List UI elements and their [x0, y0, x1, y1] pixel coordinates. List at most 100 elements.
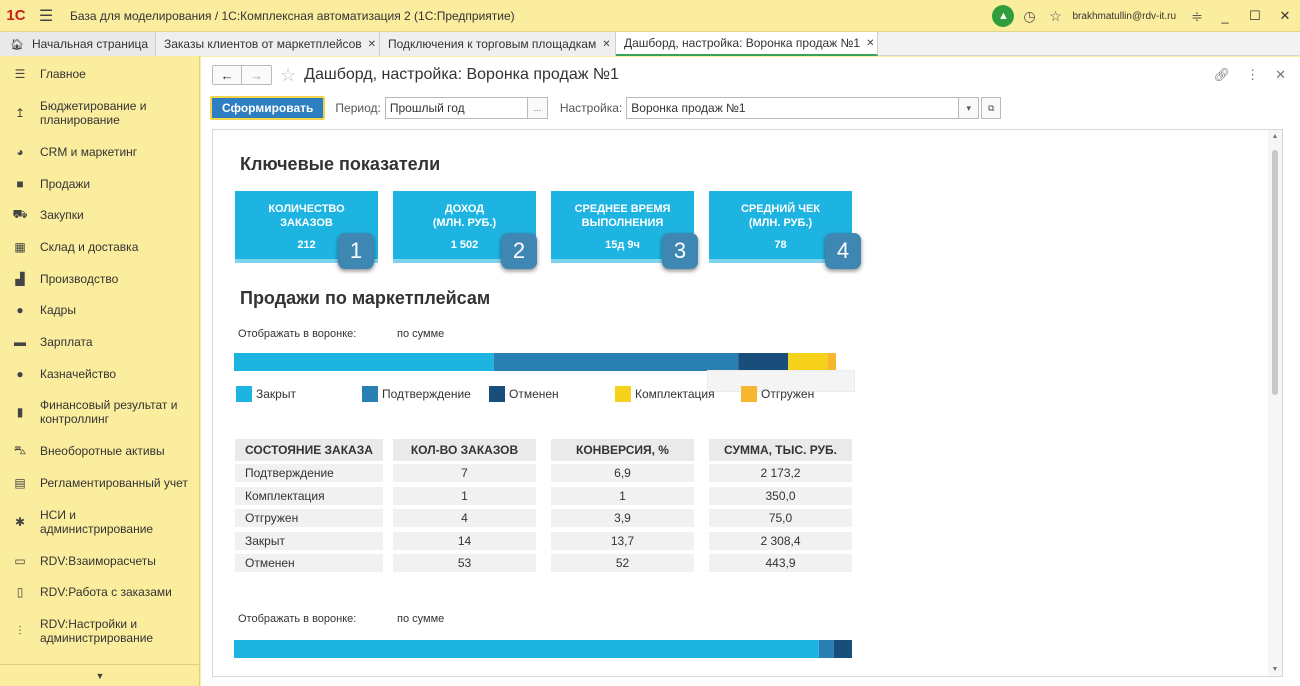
table-cell-status: Отменен: [235, 554, 383, 572]
legend-swatch: [236, 386, 252, 402]
forward-button[interactable]: →: [242, 65, 272, 85]
sidebar-item-warehouse[interactable]: ▦ Склад и доставка: [0, 239, 200, 255]
table-cell-status: Комплектация: [235, 486, 383, 505]
cart-icon: ⛟: [12, 207, 28, 221]
sidebar-item-assets[interactable]: ⛍ Внеоборотные активы: [0, 443, 200, 459]
sidebar-item-finance[interactable]: ▮ Финансовый результат и контроллинг: [0, 397, 200, 427]
doc-icon: ▭: [14, 554, 26, 568]
funnel-mode-value-2[interactable]: по сумме: [397, 613, 444, 625]
sidebar-item-sales[interactable]: ■ Продажи: [0, 176, 200, 192]
sidebar-item-production[interactable]: ▟ Производство: [0, 271, 200, 287]
sidebar-item-purchases[interactable]: ⛟ Закупки: [0, 207, 200, 223]
main-form: ← → ☆ Дашборд, настройка: Воронка продаж…: [201, 57, 1300, 686]
link-icon[interactable]: 🔗︎: [1214, 67, 1231, 83]
sidebar-item-rdv-orders[interactable]: ▯ RDV:Работа с заказами: [0, 584, 200, 600]
funnel-bar-2-segment-1[interactable]: [818, 640, 834, 658]
tab-marketplace-connections[interactable]: Подключения к торговым площадкам ✕: [380, 32, 616, 56]
legend-item-picking: Комплектация: [615, 386, 715, 402]
treasury-icon: ●: [16, 367, 24, 381]
main-menu-icon[interactable]: ☰: [36, 0, 56, 32]
budget-icon: ↥: [14, 106, 26, 120]
funnel-bar-2-segment-2[interactable]: [833, 640, 852, 658]
gear-icon: ✱: [14, 515, 26, 529]
user-name[interactable]: brakhmatullin@rdv-it.ru: [1072, 11, 1176, 22]
funnel-bar-segment-3[interactable]: [788, 353, 828, 371]
sidebar-item-crm[interactable]: ◕ CRM и маркетинг: [0, 144, 200, 160]
page-title: Дашборд, настройка: Воронка продаж №1: [304, 66, 619, 83]
annotation-badge-4: 4: [825, 233, 861, 269]
notifications-button[interactable]: ▲: [990, 0, 1016, 32]
sidebar-item-main[interactable]: ☰ Главное: [0, 66, 200, 82]
history-icon[interactable]: ◷: [1016, 0, 1042, 32]
period-select-button[interactable]: ...: [527, 97, 548, 119]
close-tab-icon[interactable]: ✕: [866, 38, 874, 49]
tab-label: Подключения к торговым площадкам: [388, 37, 597, 51]
table-header-status: СОСТОЯНИЕ ЗАКАЗА: [235, 439, 383, 461]
legend-item-closed: Закрыт: [236, 386, 296, 402]
open-windows-tabs: 🏠︎ Начальная страница Заказы клиентов от…: [0, 32, 1300, 56]
table-cell-value: 1: [393, 486, 536, 505]
salary-icon: ▬: [14, 335, 26, 349]
table-cell-value: 443,9: [709, 554, 852, 572]
funnel-bar-2-segment-0[interactable]: [234, 640, 819, 658]
sections-sidebar: ☰ Главное ↥ Бюджетирование и планирование …: [0, 56, 200, 686]
sidebar-item-treasury[interactable]: ● Казначейство: [0, 366, 200, 382]
1c-logo-icon: 1С: [6, 7, 26, 24]
sidebar-item-budgeting[interactable]: ↥ Бюджетирование и планирование: [0, 98, 200, 128]
assets-icon: ⛍: [13, 443, 27, 457]
sidebar-item-admin[interactable]: ✱ НСИ и администрирование: [0, 507, 200, 537]
funnel-mode-value[interactable]: по сумме: [397, 328, 444, 340]
funnel-bar-segment-2[interactable]: [738, 353, 789, 371]
tab-dashboard[interactable]: Дашборд, настройка: Воронка продаж №1 ✕: [616, 32, 878, 56]
close-window-button[interactable]: ✕: [1270, 0, 1300, 32]
tab-label: Дашборд, настройка: Воронка продаж №1: [624, 36, 861, 50]
close-tab-icon[interactable]: ✕: [602, 39, 610, 50]
period-field[interactable]: Прошлый год: [384, 97, 528, 119]
table-cell-status: Подтверждение: [235, 464, 383, 482]
warehouse-icon: ▦: [14, 240, 26, 254]
sidebar-item-rdv-settlements[interactable]: ▭ RDV:Взаиморасчеты: [0, 553, 200, 569]
funnel-bar-segment-1[interactable]: [493, 353, 739, 371]
form-header-actions: 🔗︎ ⋮ ✕: [1214, 57, 1286, 93]
sidebar-item-salary[interactable]: ▬ Зарплата: [0, 334, 200, 350]
scroll-up-icon[interactable]: ▲: [1268, 133, 1282, 140]
sidebar-item-rdv-settings[interactable]: ⫶ RDV:Настройки и администрирование: [0, 616, 200, 646]
sidebar-item-accounting[interactable]: ▤ Регламентированный учет: [0, 475, 200, 491]
scroll-thumb[interactable]: [1272, 150, 1278, 395]
open-setting-icon[interactable]: ⧉: [981, 97, 1002, 119]
accounting-icon: ▤: [14, 476, 26, 490]
tab-home[interactable]: 🏠︎ Начальная страница: [0, 32, 156, 56]
close-tab-icon[interactable]: ✕: [368, 39, 376, 50]
table-cell-value: 3,9: [551, 509, 694, 527]
maximize-button[interactable]: ☐: [1240, 0, 1270, 32]
setting-label: Настройка:: [559, 101, 623, 115]
report-scrollbar[interactable]: ▲ ▼: [1268, 130, 1282, 676]
funnel-mode-label-2: Отображать в воронке:: [238, 613, 357, 625]
sidebar-item-hr[interactable]: ● Кадры: [0, 302, 200, 318]
minimize-button[interactable]: _: [1210, 0, 1240, 32]
favorites-icon[interactable]: ☆: [1042, 0, 1068, 32]
kpi-section-title: Ключевые показатели: [240, 154, 441, 174]
table-cell-value: 75,0: [709, 509, 852, 527]
setting-dropdown-icon[interactable]: ▾: [959, 97, 980, 119]
table-header-count: КОЛ-ВО ЗАКАЗОВ: [393, 439, 536, 461]
scroll-down-icon[interactable]: ▼: [1268, 666, 1282, 673]
funnel-bar-segment-4[interactable]: [827, 353, 836, 371]
table-cell-value: 6,9: [551, 464, 694, 482]
generate-button[interactable]: Сформировать: [210, 96, 326, 120]
close-form-icon[interactable]: ✕: [1275, 67, 1286, 83]
more-actions-icon[interactable]: ⋮: [1246, 67, 1259, 83]
funnel-bar-segment-0[interactable]: [234, 353, 494, 371]
settings-menu-icon[interactable]: ≑: [1184, 0, 1210, 32]
person-icon: ●: [16, 303, 24, 317]
tab-marketplace-orders[interactable]: Заказы клиентов от маркетплейсов ✕: [156, 32, 380, 56]
period-label: Период:: [335, 101, 381, 115]
sidebar-scroll-down-icon[interactable]: ▼: [0, 664, 200, 686]
table-cell-value: 14: [393, 531, 536, 550]
setting-field[interactable]: Воронка продаж №1: [626, 97, 960, 119]
back-button[interactable]: ←: [212, 65, 242, 85]
table-cell-value: 350,0: [709, 486, 852, 505]
table-cell-value: 52: [551, 554, 694, 572]
table-cell-value: 7: [393, 464, 536, 482]
favorite-star-icon[interactable]: ☆: [280, 65, 296, 86]
